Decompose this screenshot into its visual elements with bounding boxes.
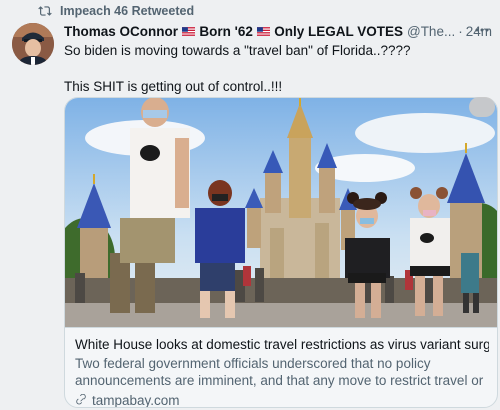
retweet-label: Impeach 46 Retweeted	[60, 4, 195, 18]
card-description: Two federal government officials undersc…	[75, 356, 484, 388]
scroll-handle[interactable]	[469, 97, 495, 117]
author-handle[interactable]: @The...	[407, 24, 455, 39]
card-photo	[65, 98, 497, 327]
separator-dot: ·	[458, 23, 463, 39]
link-card[interactable]: White House looks at domestic travel res…	[64, 97, 498, 408]
author-name-part2[interactable]: Born '62	[199, 24, 252, 39]
link-icon	[76, 394, 86, 405]
author-name-part3[interactable]: Only LEGAL VOTES	[274, 24, 403, 39]
card-image[interactable]	[65, 98, 497, 327]
more-options-icon[interactable]	[472, 20, 492, 40]
avatar-portrait	[12, 23, 54, 65]
tweet[interactable]: Impeach 46 Retweeted Thomas OConnor Born…	[0, 0, 500, 410]
us-flag-icon	[182, 26, 196, 36]
tweet-line-1: So biden is moving towards a "travel ban…	[64, 43, 411, 58]
us-flag-icon	[256, 26, 271, 36]
author-name[interactable]: Thomas OConnor	[64, 24, 178, 39]
card-title[interactable]: White House looks at domestic travel res…	[75, 336, 489, 354]
ellipsis-icon	[475, 28, 489, 32]
tweet-header: Thomas OConnor Born '62 Only LEGAL VOTES…	[64, 22, 492, 40]
avatar[interactable]	[12, 23, 54, 65]
retweet-icon	[38, 6, 52, 16]
tweet-line-2: This SHIT is getting out of control..!!!	[64, 79, 283, 94]
retweet-indicator[interactable]: Impeach 46 Retweeted	[38, 3, 195, 19]
card-info[interactable]: White House looks at domestic travel res…	[65, 327, 497, 408]
card-domain-label: tampabay.com	[92, 393, 180, 408]
card-domain[interactable]: tampabay.com	[75, 392, 489, 408]
